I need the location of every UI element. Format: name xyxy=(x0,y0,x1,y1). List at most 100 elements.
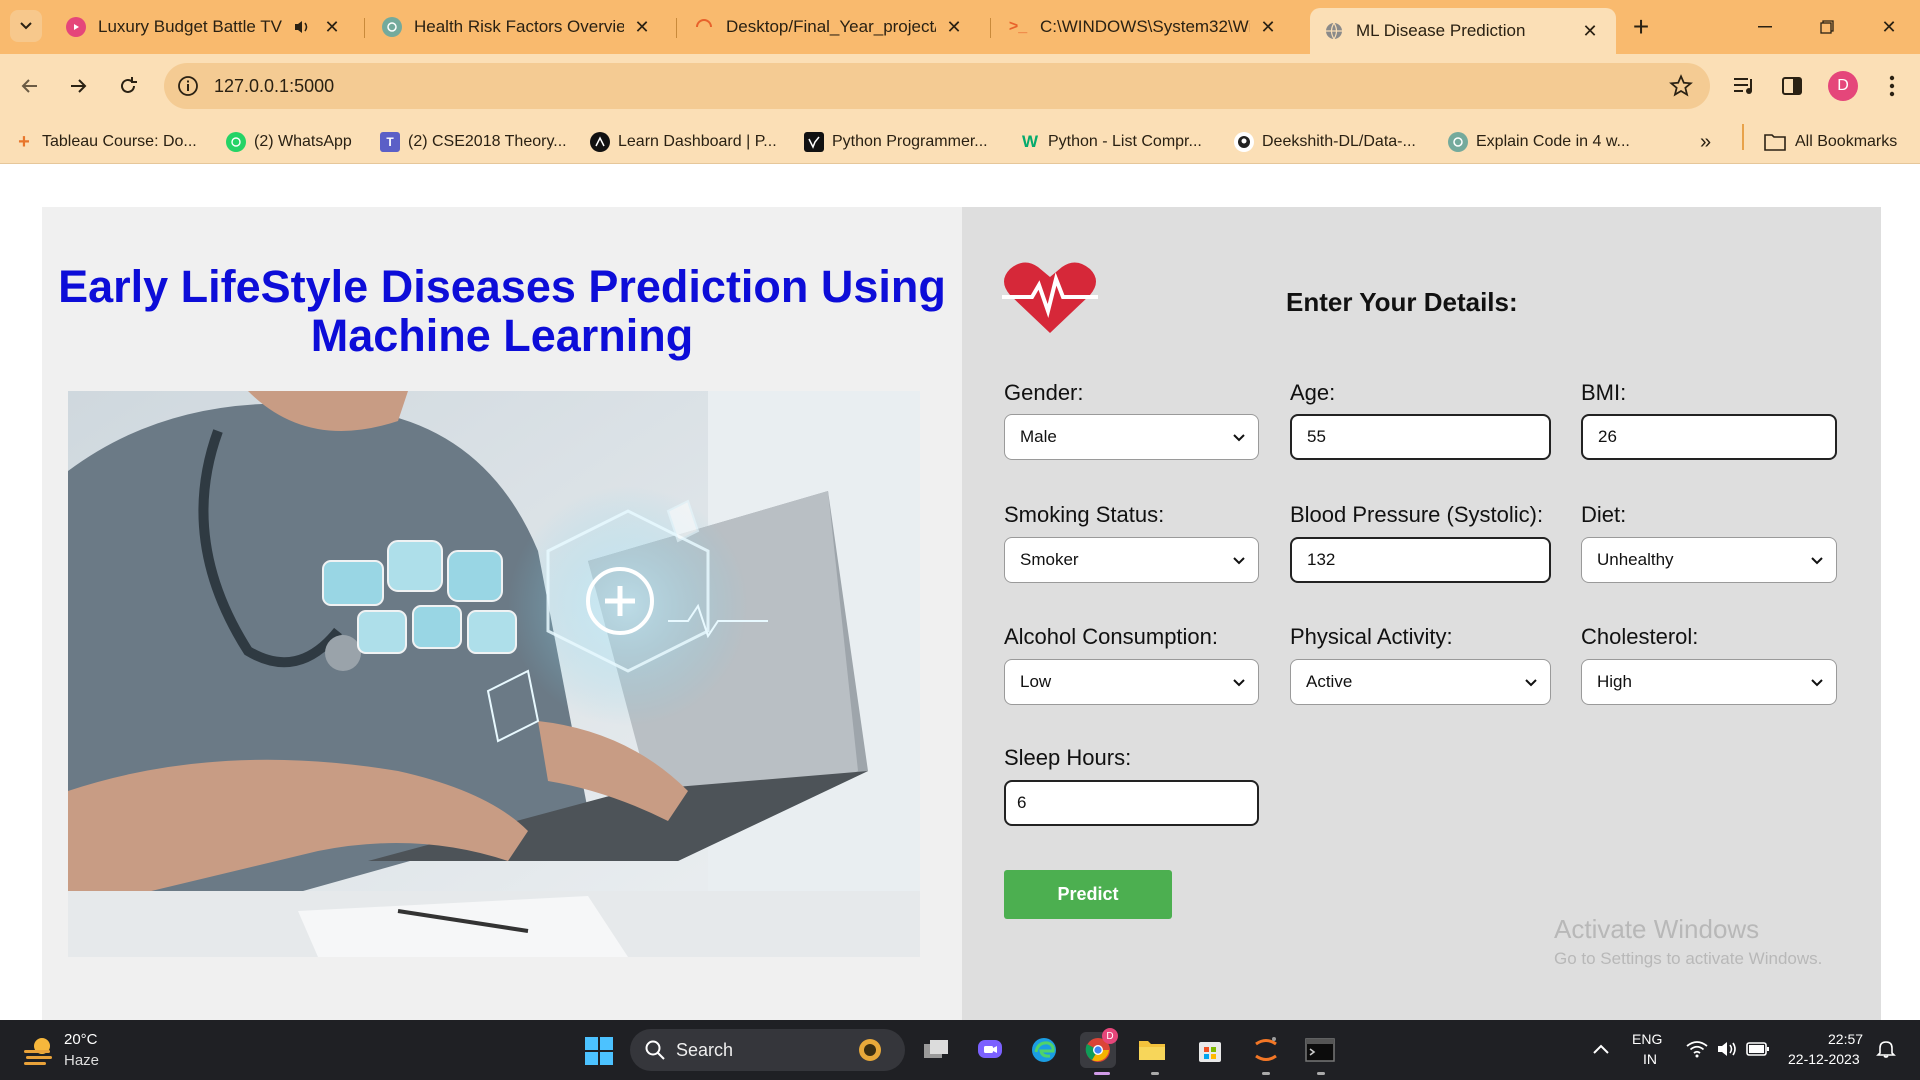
chatgpt-icon xyxy=(1448,132,1468,152)
star-icon[interactable] xyxy=(1668,73,1694,99)
chevron-down-icon xyxy=(1233,679,1245,687)
media-controls-button[interactable] xyxy=(1730,72,1758,100)
bookmarks-overflow-button[interactable]: » xyxy=(1700,130,1711,154)
bookmark-whatsapp[interactable]: (2) WhatsApp xyxy=(226,130,352,154)
url-text[interactable]: 127.0.0.1:5000 xyxy=(214,76,334,97)
smoking-status-select[interactable]: Smoker xyxy=(1004,537,1259,583)
physical-activity-value: Active xyxy=(1306,672,1353,691)
bookmark-label: Python - List Compr... xyxy=(1048,133,1202,150)
chevron-up-icon[interactable] xyxy=(1592,1042,1610,1056)
bookmark-learn-dashboard[interactable]: Learn Dashboard | P... xyxy=(590,130,777,154)
windows-start-icon[interactable] xyxy=(584,1036,614,1066)
battery-icon[interactable] xyxy=(1746,1041,1770,1057)
tab-final-year-project[interactable]: Desktop/Final_Year_project/ ✕ xyxy=(680,8,980,46)
cholesterol-select[interactable]: High xyxy=(1581,659,1837,705)
new-tab-button[interactable]: + xyxy=(1626,11,1656,42)
smoking-status-label: Smoking Status: xyxy=(1004,502,1165,527)
running-indicator xyxy=(1262,1072,1270,1075)
active-indicator xyxy=(1094,1072,1110,1075)
taskbar-search[interactable]: Search xyxy=(630,1029,905,1071)
tab-title: ML Disease Prediction xyxy=(1356,21,1526,40)
close-icon[interactable]: ✕ xyxy=(1256,15,1280,39)
taskbar-jupyter[interactable] xyxy=(1248,1032,1284,1068)
clock-time[interactable]: 22:57 xyxy=(1828,1031,1863,1047)
close-icon[interactable]: ✕ xyxy=(1578,19,1602,43)
jupyter-icon xyxy=(1255,1037,1277,1061)
weather-description: Haze xyxy=(64,1052,100,1069)
notification-bell-icon[interactable] xyxy=(1876,1039,1896,1059)
info-icon[interactable] xyxy=(176,74,200,98)
menu-button[interactable] xyxy=(1878,72,1906,100)
tab-health-risk[interactable]: Health Risk Factors Overview ✕ xyxy=(368,8,668,46)
browser-toolbar: 127.0.0.1:5000 D xyxy=(0,54,1920,118)
taskbar-store[interactable] xyxy=(1192,1032,1228,1068)
bookmark-teams[interactable]: T (2) CSE2018 Theory... xyxy=(380,130,567,154)
running-indicator xyxy=(1151,1072,1159,1075)
tab-terminal[interactable]: >_ C:\WINDOWS\System32\Wind ✕ xyxy=(994,8,1294,46)
volume-icon[interactable] xyxy=(1716,1040,1738,1058)
page-title: Early LifeStyle Diseases Prediction Usin… xyxy=(58,261,946,361)
physical-activity-select[interactable]: Active xyxy=(1290,659,1551,705)
teams-icon: T xyxy=(380,132,400,152)
address-bar[interactable]: 127.0.0.1:5000 xyxy=(164,63,1710,109)
forward-button[interactable] xyxy=(60,68,96,104)
side-panel-icon xyxy=(1782,77,1802,95)
tab-youtube[interactable]: Luxury Budget Battle TV C ✕ xyxy=(52,8,358,46)
learn-icon xyxy=(590,132,610,152)
taskbar-terminal[interactable] xyxy=(1302,1032,1338,1068)
w3schools-icon: W xyxy=(1021,132,1039,151)
bookmark-explain-code[interactable]: Explain Code in 4 w... xyxy=(1448,130,1630,154)
diet-select[interactable]: Unhealthy xyxy=(1581,537,1837,583)
avatar[interactable]: D xyxy=(1828,71,1858,101)
language-indicator[interactable]: ENG xyxy=(1632,1031,1662,1047)
cholesterol-value: High xyxy=(1597,672,1632,691)
gender-select[interactable]: Male xyxy=(1004,414,1259,460)
bookmark-label: Explain Code in 4 w... xyxy=(1476,133,1630,150)
close-icon[interactable]: ✕ xyxy=(320,15,344,39)
bookmark-github[interactable]: Deekshith-DL/Data-... xyxy=(1234,130,1416,154)
physical-activity-label: Physical Activity: xyxy=(1290,624,1453,649)
alcohol-consumption-select[interactable]: Low xyxy=(1004,659,1259,705)
taskbar-teams[interactable] xyxy=(972,1032,1008,1068)
haze-weather-icon[interactable] xyxy=(22,1034,56,1068)
bookmark-tableau[interactable]: + Tableau Course: Do... xyxy=(14,130,197,154)
side-panel-button[interactable] xyxy=(1778,72,1806,100)
chevron-double-right-icon: » xyxy=(1700,130,1712,153)
bookmark-label: Learn Dashboard | P... xyxy=(618,133,777,150)
bookmark-python-programmer[interactable]: Python Programmer... xyxy=(804,130,988,154)
task-view-button[interactable] xyxy=(918,1032,954,1068)
sleep-hours-input[interactable]: 6 xyxy=(1004,780,1259,826)
taskbar-chrome[interactable]: D xyxy=(1080,1028,1118,1068)
speaker-icon[interactable] xyxy=(290,15,314,39)
region-indicator[interactable]: IN xyxy=(1643,1051,1657,1067)
close-icon[interactable]: ✕ xyxy=(942,15,966,39)
globe-icon xyxy=(1324,21,1344,41)
bookmark-list-comprehension[interactable]: W Python - List Compr... xyxy=(1020,130,1202,154)
tab-search-button[interactable] xyxy=(10,10,42,42)
reload-button[interactable] xyxy=(110,68,146,104)
arrow-right-icon xyxy=(71,79,87,93)
tab-title: Health Risk Factors Overview xyxy=(414,17,624,36)
blood-pressure-input[interactable]: 132 xyxy=(1290,537,1551,583)
predict-button[interactable]: Predict xyxy=(1004,870,1172,919)
chevron-down-icon xyxy=(1233,557,1245,565)
close-icon[interactable]: ✕ xyxy=(630,15,654,39)
taskbar-file-explorer[interactable] xyxy=(1134,1032,1170,1068)
wifi-icon[interactable] xyxy=(1686,1040,1708,1058)
minimize-button[interactable] xyxy=(1740,10,1790,44)
tab-separator xyxy=(364,18,365,38)
age-input[interactable]: 55 xyxy=(1290,414,1551,460)
all-bookmarks-button[interactable]: All Bookmarks xyxy=(1764,130,1897,154)
intro-panel: Early LifeStyle Diseases Prediction Usin… xyxy=(42,207,962,1020)
restore-button[interactable] xyxy=(1802,10,1852,44)
clock-date[interactable]: 22-12-2023 xyxy=(1788,1051,1860,1067)
close-window-button[interactable]: ✕ xyxy=(1864,10,1914,44)
bmi-input[interactable]: 26 xyxy=(1581,414,1837,460)
bookmarks-separator xyxy=(1742,124,1744,150)
tab-separator xyxy=(990,18,991,38)
activate-windows-title: Activate Windows xyxy=(1554,914,1760,944)
back-button[interactable] xyxy=(12,68,48,104)
tab-ml-disease-prediction[interactable]: ML Disease Prediction ✕ xyxy=(1310,8,1616,54)
taskbar-edge[interactable] xyxy=(1026,1032,1062,1068)
loading-icon xyxy=(694,17,714,37)
